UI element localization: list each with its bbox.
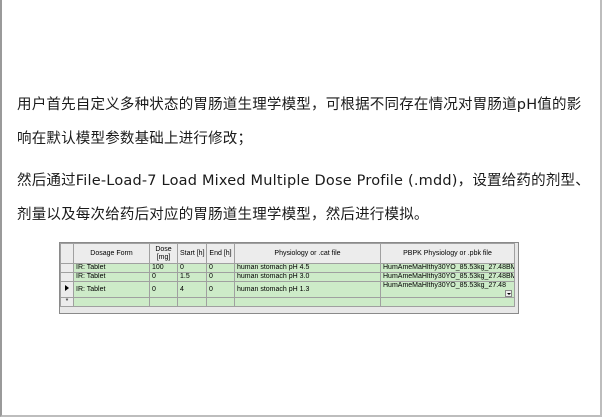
dose-profile-table: Dosage Form Dose [mg] Start [h] End [h] …: [60, 243, 515, 307]
cell-start[interactable]: 1.5: [177, 272, 207, 282]
cell-dosage-form[interactable]: IR: Tablet: [73, 272, 150, 282]
row-selector[interactable]: [60, 272, 74, 282]
cell-physiology[interactable]: human stomach pH 3.0: [234, 272, 381, 282]
cell-physiology[interactable]: human stomach pH 4.5: [234, 263, 381, 273]
col-header-dose[interactable]: Dose [mg]: [149, 243, 178, 264]
col-header-end[interactable]: End [h]: [206, 243, 235, 264]
cell-empty[interactable]: [73, 297, 150, 307]
table-row[interactable]: IR: Tablet 0 4 0 human stomach pH 1.3 Hu…: [60, 281, 515, 298]
cell-dosage-form[interactable]: IR: Tablet: [73, 281, 150, 298]
row-selector-current[interactable]: [60, 281, 74, 298]
col-header-start[interactable]: Start [h]: [177, 243, 207, 264]
cell-empty[interactable]: [149, 297, 178, 307]
cell-end[interactable]: 0: [206, 263, 235, 273]
table-row[interactable]: IR: Tablet 0 1.5 0 human stomach pH 3.0 …: [60, 272, 515, 282]
cell-end[interactable]: 0: [206, 272, 235, 282]
current-row-arrow-icon: [65, 285, 69, 291]
cell-start[interactable]: 0: [177, 263, 207, 273]
paragraph-gi-model: 用户首先自定义多种状态的胃肠道生理学模型，可根据不同存在情况对胃肠道pH值的影响…: [17, 97, 582, 147]
dropdown-arrow-icon[interactable]: [505, 290, 512, 297]
cell-empty[interactable]: [206, 297, 235, 307]
cell-dosage-form[interactable]: IR: Tablet: [73, 263, 150, 273]
grid-header-row: Dosage Form Dose [mg] Start [h] End [h] …: [60, 243, 515, 264]
cell-empty[interactable]: [177, 297, 207, 307]
cell-pbpk: HumAmeMaHlthy30YO_85.53kg_27.48: [383, 282, 506, 290]
new-row-marker[interactable]: *: [60, 297, 74, 307]
cell-dose[interactable]: 0: [149, 272, 178, 282]
row-selector-header: [60, 243, 74, 264]
row-selector[interactable]: [60, 263, 74, 273]
cell-dose[interactable]: 0: [149, 281, 178, 298]
cell-dose[interactable]: 100: [149, 263, 178, 273]
col-header-physiology[interactable]: Physiology or .cat file: [234, 243, 381, 264]
col-header-pbpk[interactable]: PBPK Physiology or .pbk file: [380, 243, 515, 264]
new-row[interactable]: *: [60, 297, 515, 307]
cell-physiology[interactable]: human stomach pH 1.3: [234, 281, 381, 298]
cell-empty[interactable]: [234, 297, 381, 307]
cell-pbpk[interactable]: HumAmeMaHlthy30YO_85.53kg_27.48BMI: [380, 272, 515, 282]
table-row[interactable]: IR: Tablet 100 0 0 human stomach pH 4.5 …: [60, 263, 515, 273]
cell-pbpk[interactable]: HumAmeMaHlthy30YO_85.53kg_27.48BMI: [380, 263, 515, 273]
paragraph-load-dose-profile: 然后通过File-Load-7 Load Mixed Multiple Dose…: [17, 173, 590, 223]
cell-end[interactable]: 0: [206, 281, 235, 298]
cell-empty[interactable]: [380, 297, 515, 307]
dose-profile-grid: Dosage Form Dose [mg] Start [h] End [h] …: [59, 242, 519, 314]
cell-pbpk-dropdown[interactable]: HumAmeMaHlthy30YO_85.53kg_27.48: [380, 281, 515, 298]
cell-start[interactable]: 4: [177, 281, 207, 298]
col-header-dosage-form[interactable]: Dosage Form: [73, 243, 150, 264]
